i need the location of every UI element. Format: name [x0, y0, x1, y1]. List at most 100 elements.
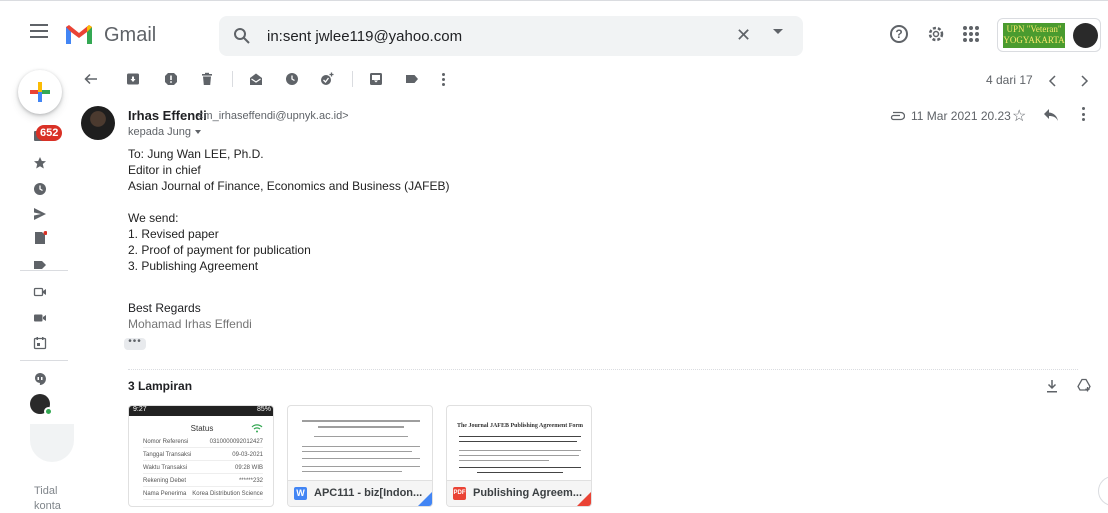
search-input[interactable]: [267, 25, 727, 47]
phone-row: Rekening Debet ******232: [143, 478, 263, 487]
send-icon[interactable]: [33, 207, 47, 221]
rail-divider: [20, 270, 68, 271]
wifi-icon: [251, 424, 263, 433]
mark-unread-icon[interactable]: [249, 72, 263, 86]
move-to-icon[interactable]: [369, 72, 383, 86]
attachment-preview-image: 9:27 85% Status Nomor Referensi 031000009…: [129, 406, 273, 506]
document-preview-line: [302, 471, 402, 472]
file-type-corner: [577, 490, 591, 506]
phone-row: Nama Penerima Korea Distribution Science: [143, 491, 263, 500]
search-bar[interactable]: ✕: [219, 16, 803, 56]
phone-row-label: Rekening Debet: [143, 478, 187, 484]
org-line-1: UPN "Veteran": [1006, 24, 1062, 34]
calendar-icon[interactable]: [33, 336, 47, 350]
phone-row-label: Nama Penerima: [143, 491, 187, 497]
phone-status-bar: 9:27 85%: [129, 406, 273, 416]
download-all-icon[interactable]: [1046, 379, 1058, 393]
attachment-footer: PDF Publishing Agreem...: [447, 480, 591, 506]
reply-icon[interactable]: [1043, 108, 1059, 122]
online-status-dot: [44, 407, 53, 416]
recipient-details[interactable]: kepada Jung: [128, 126, 201, 138]
phone-row-value: 0310000092012427: [209, 439, 263, 445]
attachment-filename: APC111 - biz[Indon...: [314, 487, 423, 499]
draft-icon[interactable]: [33, 231, 47, 245]
body-line: To: Jung Wan LEE, Ph.D.: [128, 147, 264, 161]
body-line: [128, 194, 449, 210]
document-preview-line: [314, 436, 408, 437]
add-task-icon[interactable]: [320, 72, 334, 86]
hangouts-hint-line-2: konta: [34, 500, 61, 512]
clock-icon[interactable]: [33, 182, 47, 196]
more-actions-icon[interactable]: [442, 73, 445, 86]
account-avatar[interactable]: [1073, 23, 1098, 48]
phone-row-value: 09:28 WIB: [234, 465, 263, 471]
labels-icon[interactable]: [405, 72, 419, 86]
phone-row: Tanggal Transaksi 09-03-2021: [143, 452, 263, 461]
archive-icon[interactable]: [126, 72, 140, 86]
older-chevron-right-icon[interactable]: [1077, 74, 1091, 88]
hangouts-hint-line-1: Tidal: [34, 485, 58, 497]
recipient-details-chevron-down-icon[interactable]: [195, 130, 201, 135]
body-line: Editor in chief: [128, 163, 201, 177]
toolbar-divider: [232, 71, 233, 87]
document-preview-line: [459, 467, 581, 468]
document-preview-line: [477, 472, 563, 473]
sender-email: <m_irhaseffendi@upnyk.ac.id>: [197, 110, 349, 122]
back-icon[interactable]: [84, 72, 98, 86]
gear-icon[interactable]: [926, 24, 946, 44]
add-to-drive-icon[interactable]: [1077, 378, 1091, 392]
help-icon[interactable]: ?: [890, 25, 908, 43]
search-icon[interactable]: [233, 27, 251, 45]
message-body: To: Jung Wan LEE, Ph.D. Editor in chief …: [128, 146, 449, 274]
sender-avatar[interactable]: [81, 106, 115, 140]
google-apps-icon[interactable]: [963, 26, 979, 42]
hangouts-user-avatar[interactable]: [30, 394, 53, 416]
message-more-icon[interactable]: [1082, 107, 1086, 121]
body-line: Asian Journal of Finance, Economics and …: [128, 179, 450, 193]
body-line: 1. Revised paper: [128, 227, 219, 241]
phone-row-value: Korea Distribution Science: [192, 491, 263, 497]
search-options-icon[interactable]: [773, 29, 783, 34]
phone-battery: 85%: [256, 406, 271, 413]
recipient-label: kepada Jung: [128, 126, 191, 138]
document-preview-line: [302, 451, 412, 452]
phone-row-value: 09-03-2021: [232, 452, 263, 458]
signature-name: Mohamad Irhas Effendi: [128, 317, 252, 331]
hangouts-icon[interactable]: [33, 372, 47, 386]
delete-icon[interactable]: [200, 72, 214, 86]
document-preview-line: [302, 446, 420, 447]
star-message-icon[interactable]: ☆: [1012, 106, 1026, 126]
rail-divider: [20, 360, 68, 361]
side-panel-toggle[interactable]: [1098, 476, 1108, 506]
document-preview-line: [318, 426, 404, 428]
main-menu-icon[interactable]: [30, 24, 48, 38]
body-line: 2. Proof of payment for publication: [128, 243, 311, 257]
phone-time: 9:27: [133, 406, 147, 413]
phone-row: Waktu Transaksi 09:28 WIB: [143, 465, 263, 474]
account-switcher[interactable]: UPN "Veteran" YOGYAKARTA: [997, 18, 1101, 52]
meet-new-icon[interactable]: [33, 285, 47, 299]
pdf-preview-title: The Journal JAFEB Publishing Agreement F…: [456, 423, 584, 429]
attachment-filename: Publishing Agreem...: [473, 487, 582, 499]
attachment-card-image[interactable]: 9:27 85% Status Nomor Referensi 031000009…: [128, 405, 274, 507]
attachment-card-word[interactable]: W APC111 - biz[Indon...: [287, 405, 433, 507]
document-preview-line: [459, 460, 549, 461]
gmail-logo-icon[interactable]: [64, 23, 94, 45]
attachment-footer: W APC111 - biz[Indon...: [288, 480, 432, 506]
attachment-card-pdf[interactable]: The Journal JAFEB Publishing Agreement F…: [446, 405, 592, 507]
toolbar-divider: [352, 71, 353, 87]
sender-name[interactable]: Irhas Effendi: [128, 108, 207, 123]
show-trimmed-content-button[interactable]: •••: [124, 337, 146, 350]
snooze-icon[interactable]: [285, 72, 299, 86]
top-bar: Gmail ✕ ? UPN "Veteran" YOGYAKARTA: [0, 0, 1108, 66]
report-spam-icon[interactable]: [164, 72, 178, 86]
compose-button[interactable]: [18, 70, 62, 114]
clear-search-icon[interactable]: ✕: [736, 25, 751, 46]
meet-join-icon[interactable]: [33, 311, 47, 325]
attachment-icon: [890, 111, 905, 121]
newer-chevron-left-icon[interactable]: [1046, 74, 1060, 88]
star-icon[interactable]: [33, 156, 47, 170]
document-preview-line: [459, 441, 577, 442]
sign-off: Best Regards: [128, 301, 201, 315]
pdf-file-icon: PDF: [453, 487, 466, 500]
